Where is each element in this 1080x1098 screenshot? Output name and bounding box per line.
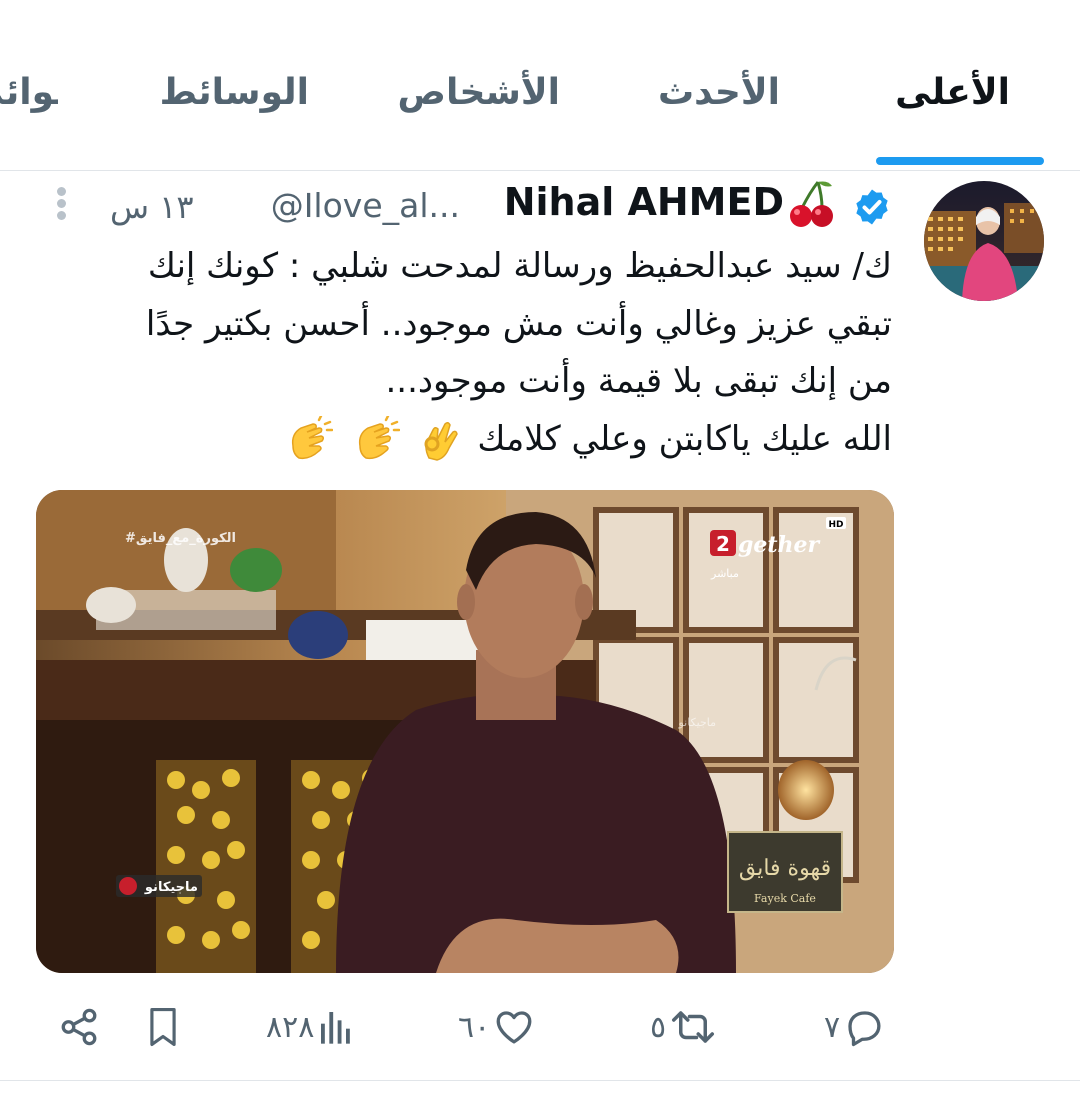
reply-icon: [848, 1011, 881, 1047]
replies-count: ٧: [824, 1009, 841, 1045]
share-icon: [61, 1008, 97, 1046]
reply-button[interactable]: ٧: [824, 995, 886, 1059]
clapping-hands-emoji-icon: [291, 416, 333, 460]
tweet-text-line: ك/ سيد عبدالحفيظ ورسالة لمدحت شلبي : كون…: [147, 246, 892, 286]
retweet-icon: [672, 1011, 715, 1043]
tweet-media-image[interactable]: قهوة فايق Fayek Cafe 2 gether مباشر HD #…: [36, 490, 894, 973]
display-name[interactable]: Nihal AHMED: [504, 180, 784, 224]
ok-hand-emoji-icon: [424, 421, 458, 461]
channel-name: gether: [738, 532, 821, 558]
retweets-count: ٥: [650, 1009, 667, 1045]
program-subtitle: Fayek Cafe: [754, 892, 816, 905]
views-icon: [321, 1012, 351, 1044]
divider: [0, 1080, 1080, 1081]
program-title: قهوة فايق: [739, 856, 831, 881]
tweet-time[interactable]: ١٣ س: [110, 188, 194, 226]
views-button[interactable]: ٨٢٨: [266, 995, 356, 1059]
avatar[interactable]: [924, 181, 1044, 301]
tweet-text: ك/ سيد عبدالحفيظ ورسالة لمدحت شلبي : كون…: [40, 238, 892, 468]
tab-top[interactable]: الأعلى: [895, 72, 1010, 113]
live-label: مباشر: [710, 567, 739, 580]
sponsor-label: ماجيكانو: [144, 880, 198, 895]
share-button[interactable]: [58, 995, 100, 1059]
retweet-button[interactable]: ٥: [650, 995, 718, 1059]
hd-label: HD: [828, 520, 843, 530]
tweet-actions: ٨٢٨ ٦٠ ٥ ٧: [0, 995, 1080, 1065]
like-button[interactable]: ٦٠: [458, 995, 536, 1059]
bookmark-button[interactable]: [144, 995, 182, 1059]
tv-hashtag: #الكورة_مع_فايق: [125, 531, 236, 546]
tab-lists[interactable]: القوائم: [0, 72, 58, 113]
tweet-text-line: تبقي عزيز وغالي وأنت مش موجود.. أحسن بكت…: [145, 303, 892, 344]
search-tabs: الأعلى الأحدث الأشخاص الوسائط القوائم: [0, 0, 1080, 171]
active-tab-indicator: [876, 157, 1044, 165]
tab-latest[interactable]: الأحدث: [658, 72, 780, 113]
user-handle[interactable]: @Ilove_al...: [271, 186, 460, 225]
tweet-text-line-last: الله عليك ياكابتن وعلي كلامك: [40, 411, 892, 469]
heart-icon: [496, 1011, 532, 1044]
cherry-emoji-icon: [790, 181, 833, 227]
tab-people[interactable]: الأشخاص: [398, 72, 560, 113]
bookmark-icon: [150, 1007, 176, 1046]
more-options-icon[interactable]: [50, 184, 72, 228]
watermark: ماجيكانو: [677, 716, 716, 729]
clapping-hands-emoji-icon: [358, 416, 400, 460]
tab-media[interactable]: الوسائط: [160, 72, 309, 113]
verified-badge-icon: [856, 189, 888, 225]
tweet-text-line: من إنك تبقى بلا قيمة وأنت موجود...: [385, 361, 892, 401]
likes-count: ٦٠: [458, 1009, 491, 1045]
tweet-text-line: الله عليك ياكابتن وعلي كلامك: [477, 418, 892, 459]
views-count: ٨٢٨: [266, 1009, 315, 1045]
svg-text:2: 2: [716, 532, 730, 556]
